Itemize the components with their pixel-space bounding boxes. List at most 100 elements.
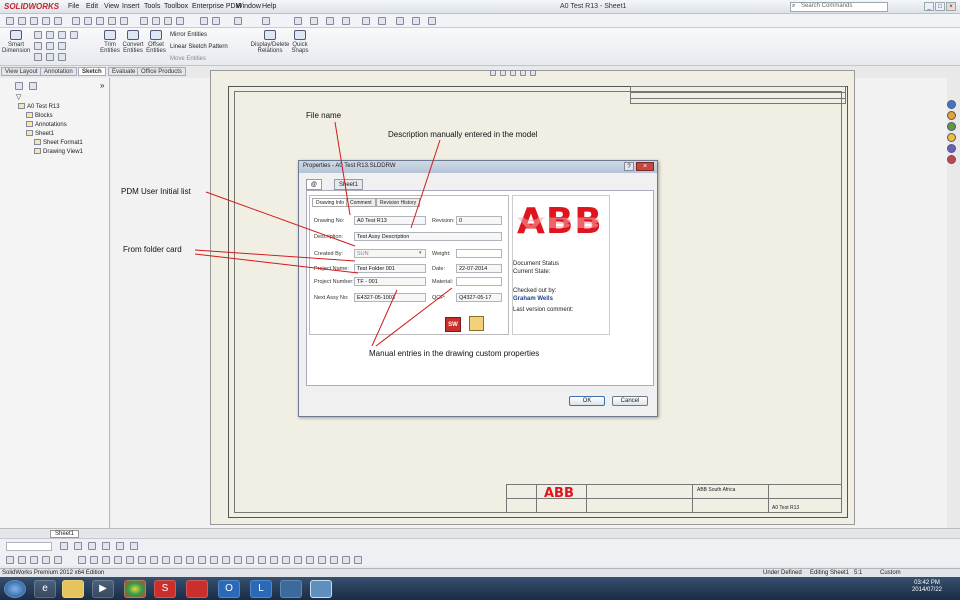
sheet-tab-sheet1[interactable]: Sheet1 bbox=[50, 530, 80, 538]
tree-item-annotations[interactable]: Annotations bbox=[26, 121, 67, 128]
tab-drawing-info[interactable]: Drawing Info bbox=[312, 198, 349, 207]
ok-button[interactable]: OK bbox=[569, 396, 605, 406]
start-button[interactable] bbox=[4, 580, 26, 598]
ellipse-icon[interactable] bbox=[58, 42, 66, 50]
filter-icon[interactable]: ▽ bbox=[16, 93, 21, 101]
area-hatch-icon[interactable] bbox=[176, 17, 184, 25]
sketch-tool-icon[interactable] bbox=[234, 556, 242, 564]
menu-window[interactable]: Window bbox=[236, 3, 261, 10]
appearances-icon[interactable] bbox=[947, 144, 956, 153]
sketch-tool-icon[interactable] bbox=[150, 556, 158, 564]
smart-dimension-button[interactable]: Smart Dimension bbox=[2, 30, 30, 54]
hide-edge-icon[interactable] bbox=[116, 542, 124, 550]
internet-explorer-icon[interactable]: e bbox=[34, 580, 56, 598]
options-icon[interactable] bbox=[428, 17, 436, 25]
note-icon[interactable] bbox=[72, 17, 80, 25]
project-name-field[interactable]: Test Folder 001 bbox=[354, 264, 426, 273]
sketch-tool-icon[interactable] bbox=[306, 556, 314, 564]
previous-view-icon[interactable] bbox=[510, 70, 516, 76]
text-icon[interactable] bbox=[54, 17, 62, 25]
sketch-tool-icon[interactable] bbox=[18, 556, 26, 564]
layer-icon[interactable] bbox=[200, 17, 208, 25]
circle-tool-icon[interactable] bbox=[46, 31, 54, 39]
layer-select[interactable] bbox=[6, 542, 52, 551]
sketch-tool-icon[interactable] bbox=[90, 556, 98, 564]
sketch-tool-icon[interactable] bbox=[246, 556, 254, 564]
tab-revision-history[interactable]: Revision History bbox=[376, 198, 421, 207]
solidworks-taskbar-icon[interactable]: S bbox=[154, 580, 176, 598]
sketch-tool-icon[interactable] bbox=[330, 556, 338, 564]
outlook-icon[interactable]: O bbox=[218, 580, 240, 598]
date-field[interactable]: 22-07-2014 bbox=[456, 264, 502, 273]
sketch-tool-icon[interactable] bbox=[54, 556, 62, 564]
arc-icon[interactable] bbox=[42, 17, 50, 25]
sketch-tool-icon[interactable] bbox=[258, 556, 266, 564]
weld-icon[interactable] bbox=[96, 17, 104, 25]
revision-field[interactable]: 0 bbox=[456, 216, 502, 225]
sketch-tool-icon[interactable] bbox=[282, 556, 290, 564]
pdm-card-icon[interactable] bbox=[469, 316, 484, 331]
project-number-field[interactable]: TF - 001 bbox=[354, 277, 426, 286]
sketch-tool-icon[interactable] bbox=[186, 556, 194, 564]
display-style-icon[interactable] bbox=[530, 70, 536, 76]
qcp-field[interactable]: Q4327-05-17 bbox=[456, 293, 502, 302]
dialog-close-button[interactable]: × bbox=[636, 162, 654, 171]
hole-callout-icon[interactable] bbox=[152, 17, 160, 25]
open-file-icon[interactable] bbox=[310, 17, 318, 25]
polygon-icon[interactable] bbox=[34, 53, 42, 61]
tree-root[interactable]: A0 Test R13 bbox=[18, 103, 60, 110]
sketch-tool-icon[interactable] bbox=[198, 556, 206, 564]
sketch-tool-icon[interactable] bbox=[210, 556, 218, 564]
sketch-tool-icon[interactable] bbox=[30, 556, 38, 564]
feature-tree-icon[interactable] bbox=[15, 82, 23, 90]
tab-comment[interactable]: Comment bbox=[346, 198, 376, 207]
next-assy-field[interactable]: E4327-05-1003 bbox=[354, 293, 426, 302]
tree-item-sheet-format[interactable]: Sheet Format1 bbox=[34, 139, 83, 146]
solidworks-file-icon[interactable]: SW bbox=[445, 317, 461, 332]
sketch-tool-icon[interactable] bbox=[342, 556, 350, 564]
sketch-tool-icon[interactable] bbox=[138, 556, 146, 564]
tab-office-products[interactable]: Office Products bbox=[137, 67, 186, 76]
sketch-tool-icon[interactable] bbox=[114, 556, 122, 564]
save-icon[interactable] bbox=[326, 17, 334, 25]
weight-field[interactable] bbox=[456, 249, 502, 258]
acrobat-icon[interactable] bbox=[186, 580, 208, 598]
sketch-tool-icon[interactable] bbox=[222, 556, 230, 564]
convert-entities-button[interactable]: Convert Entities bbox=[120, 30, 146, 54]
cancel-button[interactable]: Cancel bbox=[612, 396, 648, 406]
minimize-button[interactable]: _ bbox=[924, 2, 934, 11]
snap-icon[interactable] bbox=[234, 17, 242, 25]
sketch-tool-icon[interactable] bbox=[6, 556, 14, 564]
centerline-icon[interactable] bbox=[164, 17, 172, 25]
surface-finish-icon[interactable] bbox=[120, 17, 128, 25]
table-icon[interactable] bbox=[140, 17, 148, 25]
chevron-right-icon[interactable]: » bbox=[100, 81, 104, 90]
status-units[interactable]: Custom bbox=[880, 570, 901, 576]
line-icon[interactable] bbox=[34, 31, 42, 39]
circle-icon[interactable] bbox=[30, 17, 38, 25]
color-display-icon[interactable] bbox=[130, 542, 138, 550]
created-by-select[interactable]: SUN bbox=[354, 249, 426, 258]
layer-properties-icon[interactable] bbox=[60, 542, 68, 550]
slot-icon[interactable] bbox=[46, 42, 54, 50]
sketch-tool-icon[interactable] bbox=[174, 556, 182, 564]
tab-sketch[interactable]: Sketch bbox=[78, 67, 106, 76]
new-file-icon[interactable] bbox=[294, 17, 302, 25]
print-icon[interactable] bbox=[342, 17, 350, 25]
arrow-icon[interactable] bbox=[18, 17, 26, 25]
remote-desktop-icon[interactable] bbox=[280, 580, 302, 598]
sketch-icon[interactable] bbox=[6, 17, 14, 25]
description-field[interactable]: Test Assy Description bbox=[354, 232, 502, 241]
search-input[interactable]: Search Commands bbox=[790, 2, 888, 12]
help-icon[interactable]: ? bbox=[624, 162, 634, 171]
undo-icon[interactable] bbox=[362, 17, 370, 25]
rebuild-icon[interactable] bbox=[396, 17, 404, 25]
grid-icon[interactable] bbox=[262, 17, 270, 25]
sketch-tool-icon[interactable] bbox=[318, 556, 326, 564]
status-scale[interactable]: 5:1 bbox=[854, 570, 862, 576]
lync-icon[interactable]: L bbox=[250, 580, 272, 598]
menu-edit[interactable]: Edit bbox=[86, 3, 98, 10]
zoom-area-icon[interactable] bbox=[500, 70, 506, 76]
close-button[interactable]: × bbox=[946, 2, 956, 11]
offset-entities-button[interactable]: Offset Entities bbox=[145, 30, 167, 54]
